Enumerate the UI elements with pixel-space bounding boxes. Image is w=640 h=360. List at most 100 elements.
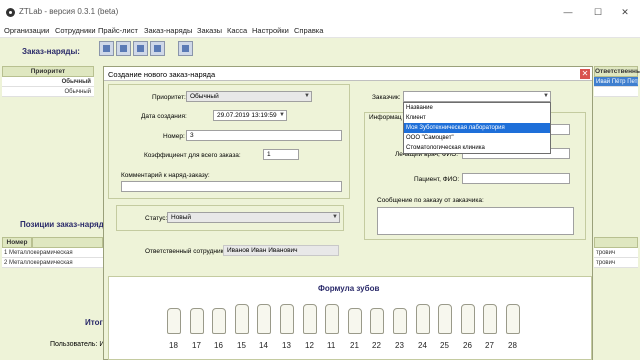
add-order-icon[interactable]	[99, 41, 114, 56]
menu-orders[interactable]: Заказ-наряды	[144, 26, 192, 35]
orders-section-title: Заказ-наряды:	[22, 47, 80, 56]
dropdown-option[interactable]: Стоматологическая клиника	[404, 143, 550, 153]
table-row[interactable]: Обычный	[2, 77, 94, 87]
tooth-number: 28	[508, 341, 517, 350]
table-row[interactable]	[594, 87, 638, 97]
menu-help[interactable]: Справка	[294, 26, 323, 35]
tooth-number: 24	[418, 341, 427, 350]
responsible-label: Ответственный сотрудник:	[145, 248, 226, 255]
total-label: Итог	[85, 318, 103, 327]
chevron-down-icon: ▼	[543, 93, 549, 99]
app-title: ZTLab - версия 0.3.1 (beta)	[19, 7, 119, 16]
list-item[interactable]: трович	[594, 248, 638, 258]
created-date-field[interactable]: 29.07.2019 13:19:59 ▼	[213, 110, 287, 121]
tooth-number: 22	[372, 341, 381, 350]
column-responsible-pos[interactable]	[594, 237, 638, 248]
tooth-28[interactable]	[506, 304, 520, 334]
coefficient-label: Коэффициент для всего заказа:	[144, 152, 241, 159]
column-responsible[interactable]: Ответственный	[594, 66, 640, 77]
status-select[interactable]: Новый ▼	[167, 212, 340, 223]
tooth-21[interactable]	[348, 308, 362, 334]
menu-employees[interactable]: Сотрудники	[55, 26, 96, 35]
tooth-12[interactable]	[303, 304, 317, 334]
dialog-title-bar: Создание нового заказ-наряда ✕	[104, 67, 592, 81]
menu-price-list[interactable]: Прайс-лист	[98, 26, 138, 35]
tooth-16[interactable]	[212, 308, 226, 334]
number-label: Номер:	[163, 133, 185, 140]
dialog-close-button[interactable]: ✕	[580, 69, 590, 79]
dropdown-option[interactable]: Клиент	[404, 113, 550, 123]
priority-label: Приоритет:	[152, 94, 186, 101]
tooth-number: 21	[350, 341, 359, 350]
tooth-number: 15	[237, 341, 246, 350]
tooth-11[interactable]	[325, 304, 339, 334]
title-bar: ZTLab - версия 0.3.1 (beta) — ☐ ✕	[0, 0, 640, 24]
customer-select[interactable]: ▼	[403, 91, 551, 102]
created-label: Дата создания:	[141, 113, 187, 120]
chevron-down-icon: ▼	[304, 93, 310, 99]
tooth-23[interactable]	[393, 308, 407, 334]
tooth-number: 25	[440, 341, 449, 350]
copy-order-icon[interactable]	[133, 41, 148, 56]
message-field[interactable]	[377, 207, 574, 235]
close-order-icon[interactable]	[178, 41, 193, 56]
app-logo-icon	[6, 8, 15, 17]
tooth-18[interactable]	[167, 308, 181, 334]
tooth-24[interactable]	[416, 304, 430, 334]
number-field[interactable]: 3	[186, 130, 342, 141]
menu-bar: Организации Сотрудники Прайс-лист Заказ-…	[0, 24, 640, 38]
tooth-13[interactable]	[280, 304, 294, 334]
user-label: Пользователь: И	[50, 341, 105, 348]
tooth-number: 18	[169, 341, 178, 350]
patient-field[interactable]	[462, 173, 570, 184]
edit-order-icon[interactable]	[116, 41, 131, 56]
info-label: Информац	[369, 114, 402, 121]
tooth-15[interactable]	[235, 304, 249, 334]
menu-customer-orders[interactable]: Заказы	[197, 26, 222, 35]
tooth-27[interactable]	[483, 304, 497, 334]
column-name[interactable]	[32, 237, 103, 248]
customer-label: Заказчик:	[372, 94, 401, 101]
dropdown-option-selected[interactable]: Моя Зуботехническая лаборатория	[404, 123, 550, 133]
tooth-22[interactable]	[370, 308, 384, 334]
column-priority[interactable]: Приоритет	[2, 66, 94, 77]
tooth-14[interactable]	[257, 304, 271, 334]
chevron-down-icon: ▼	[332, 214, 338, 220]
print-order-icon[interactable]	[150, 41, 165, 56]
tooth-25[interactable]	[438, 304, 452, 334]
column-number[interactable]: Номер	[2, 237, 32, 248]
tooth-number: 12	[305, 341, 314, 350]
dropdown-option[interactable]: ООО "Самоцвет"	[404, 133, 550, 143]
patient-label: Пациент, ФИО:	[414, 176, 460, 183]
menu-settings[interactable]: Настройки	[252, 26, 289, 35]
list-item[interactable]: трович	[594, 258, 638, 268]
tooth-26[interactable]	[461, 304, 475, 334]
table-row[interactable]: Ивай Пётр Петр...	[594, 77, 638, 87]
tooth-number: 11	[327, 341, 336, 350]
customer-dropdown-list: Название Клиент Моя Зуботехническая лабо…	[403, 102, 551, 154]
chevron-down-icon: ▼	[279, 112, 285, 118]
dialog-title: Создание нового заказ-наряда	[108, 70, 216, 79]
maximize-button[interactable]: ☐	[585, 4, 611, 20]
list-item[interactable]: 2 Металлокерамическая	[2, 258, 103, 268]
menu-cashbox[interactable]: Касса	[227, 26, 247, 35]
tooth-number: 27	[485, 341, 494, 350]
table-row[interactable]: Обычный	[2, 87, 94, 97]
menu-organizations[interactable]: Организации	[4, 26, 49, 35]
message-label: Сообщение по заказу от заказчика:	[377, 197, 484, 204]
close-window-button[interactable]: ✕	[612, 4, 638, 20]
priority-select[interactable]: Обычный ▼	[186, 91, 312, 102]
teeth-formula-title: Формула зубов	[318, 284, 380, 293]
tooth-number: 13	[282, 341, 291, 350]
coefficient-field[interactable]: 1	[263, 149, 299, 160]
tooth-number: 16	[214, 341, 223, 350]
comment-field[interactable]	[121, 181, 342, 192]
tooth-number: 23	[395, 341, 404, 350]
minimize-button[interactable]: —	[555, 4, 581, 20]
comment-label: Комментарий к наряд-заказу:	[121, 172, 210, 179]
status-label: Статус:	[145, 215, 168, 222]
dropdown-option[interactable]: Название	[404, 103, 550, 113]
list-item[interactable]: 1 Металлокерамическая	[2, 248, 103, 258]
tooth-number: 17	[192, 341, 201, 350]
tooth-17[interactable]	[190, 308, 204, 334]
